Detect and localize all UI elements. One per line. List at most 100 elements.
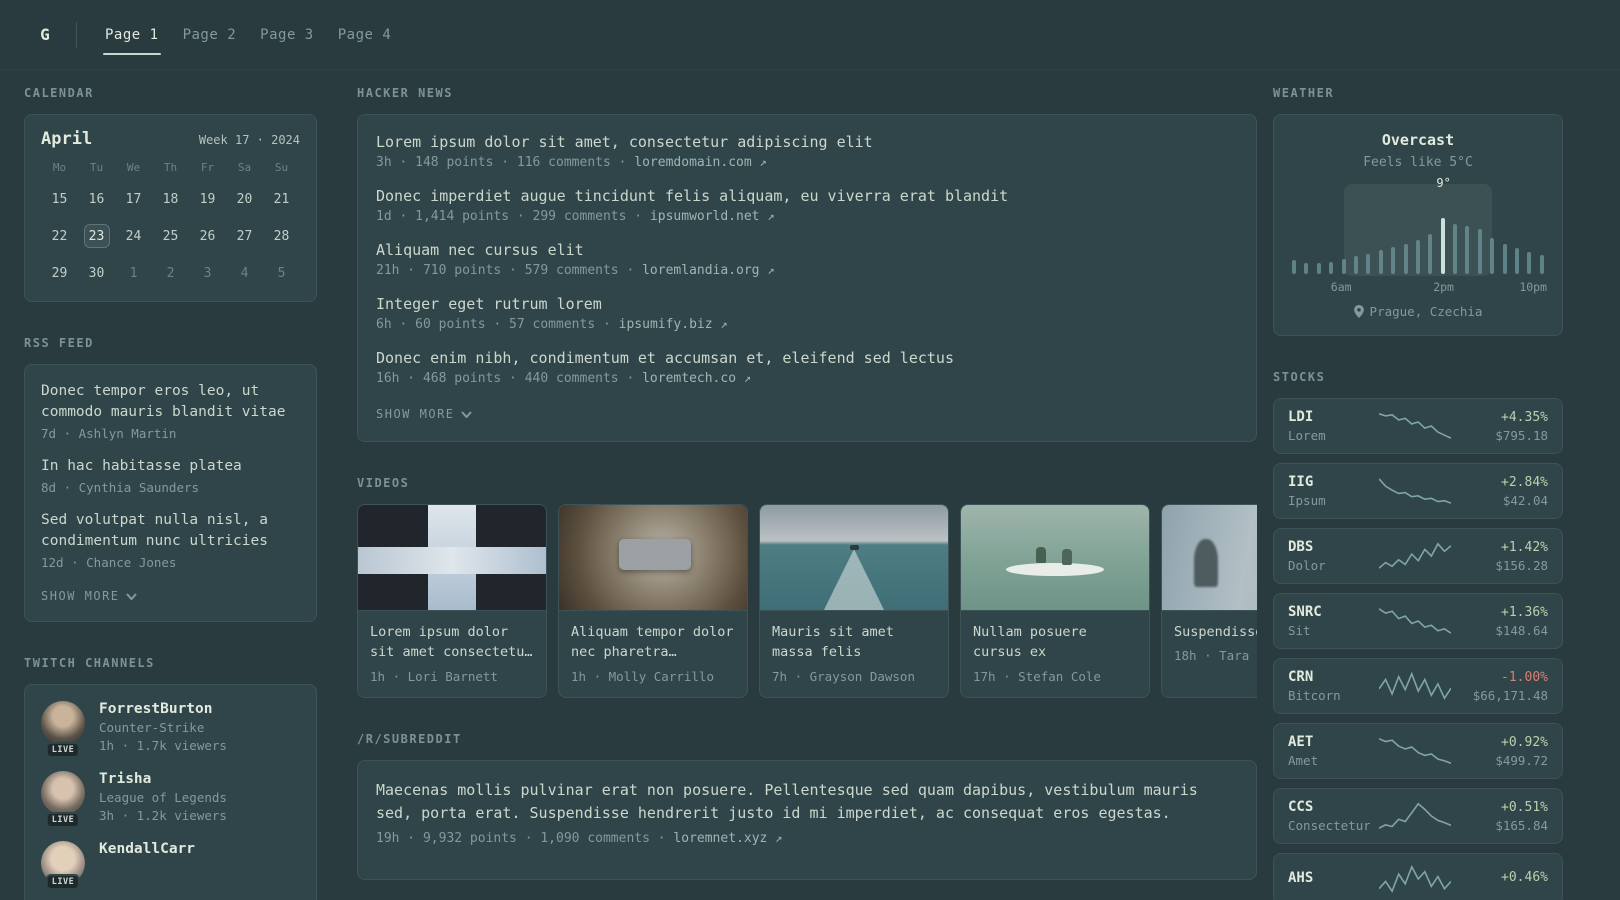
reddit-post[interactable]: Maecenas mollis pulvinar erat non posuer… [376, 779, 1238, 847]
video-card[interactable]: Aliquam tempor dolor nec pharetra… 1h · … [558, 504, 748, 698]
stock-name: Bitcorn [1288, 688, 1341, 703]
stock-price: $165.84 [1495, 817, 1548, 833]
stock-symbol: AHS [1288, 869, 1314, 886]
hn-item[interactable]: Donec imperdiet augue tincidunt felis al… [376, 187, 1238, 224]
calendar-day-next-month: 4 [240, 265, 249, 281]
hn-item-domain[interactable]: loremtech.co [642, 371, 736, 386]
video-thumbnail[interactable] [559, 505, 747, 611]
external-link-icon: ↗ [767, 263, 775, 277]
stock-row[interactable]: LDI Lorem +4.35% $795.18 [1273, 398, 1563, 454]
show-more-button[interactable]: SHOW MORE [376, 405, 472, 423]
subreddit-header: /R/SUBREDDIT [357, 731, 462, 746]
twitch-channel[interactable]: LIVE KendallCarr [41, 841, 300, 891]
calendar-widget: CALENDAR April Week 17 · 2024 Mo Tu We T… [24, 86, 317, 302]
stock-row[interactable]: CRN Bitcorn -1.00% $66,171.48 [1273, 658, 1563, 714]
left-column: CALENDAR April Week 17 · 2024 Mo Tu We T… [24, 86, 317, 900]
hn-item-domain[interactable]: loremlandia.org [642, 263, 759, 278]
reddit-post-meta: 19h · 9,932 points · 1,090 comments · [376, 831, 666, 846]
weekday-label: Fr [200, 161, 215, 174]
calendar-day-next-month: 1 [129, 265, 138, 281]
tab-page-2[interactable]: Page 2 [171, 3, 249, 67]
stock-change: +0.46% [1501, 870, 1548, 885]
video-card[interactable]: Nullam posuere cursus ex 17h · Stefan Co… [960, 504, 1150, 698]
subreddit-widget: /R/SUBREDDIT Maecenas mollis pulvinar er… [357, 731, 1257, 880]
rss-item[interactable]: In hac habitasse platea 8d · Cynthia Sau… [41, 456, 300, 495]
stock-sparkline [1379, 736, 1451, 766]
weather-hourly-chart: 9° 6am 2pm 10pm [1290, 176, 1547, 294]
weekday-label: Th [163, 161, 178, 174]
show-more-button[interactable]: SHOW MORE [41, 587, 137, 605]
external-link-icon: ↗ [775, 831, 783, 845]
stock-row[interactable]: CCS Consectetur +0.51% $165.84 [1273, 788, 1563, 844]
hn-item-title[interactable]: Donec enim nibh, condimentum et accumsan… [376, 349, 1238, 367]
rss-item[interactable]: Sed volutpat nulla nisl, a condimentum n… [41, 510, 300, 570]
hn-item-meta: 6h · 60 points · 57 comments · [376, 317, 611, 332]
hn-item[interactable]: Lorem ipsum dolor sit amet, consectetur … [376, 133, 1238, 170]
stock-row[interactable]: AHS +0.46% [1273, 853, 1563, 900]
stock-price: $42.04 [1502, 492, 1548, 508]
rss-header: RSS FEED [24, 336, 94, 350]
calendar-day: 26 [199, 228, 216, 244]
stock-row[interactable]: SNRC Sit +1.36% $148.64 [1273, 593, 1563, 649]
hn-item-domain[interactable]: ipsumify.biz [619, 317, 713, 332]
stock-row[interactable]: AET Amet +0.92% $499.72 [1273, 723, 1563, 779]
temperature-bars [1292, 214, 1544, 274]
reddit-post-title[interactable]: Maecenas mollis pulvinar erat non posuer… [376, 779, 1238, 826]
twitch-channel[interactable]: LIVE ForrestBurton Counter-Strike 1h · 1… [41, 701, 300, 759]
avatar [41, 701, 85, 746]
calendar-day-next-month: 2 [166, 265, 175, 281]
video-title[interactable]: Aliquam tempor dolor nec pharetra… [571, 622, 735, 663]
hn-item-domain[interactable]: loremdomain.com [634, 155, 751, 170]
twitch-card: LIVE ForrestBurton Counter-Strike 1h · 1… [24, 684, 317, 900]
stock-name: Consectetur [1288, 818, 1370, 833]
hn-item-title[interactable]: Aliquam nec cursus elit [376, 241, 1238, 259]
twitch-widget: TWITCH CHANNELS LIVE ForrestBurton Count… [24, 656, 317, 900]
video-card[interactable]: Suspendisse diam 18h · Tara [1161, 504, 1257, 698]
hn-item-domain-link[interactable]: loremlandia.org ↗ [642, 263, 774, 278]
hn-item-domain-link[interactable]: loremdomain.com ↗ [634, 155, 766, 170]
rss-item-title[interactable]: In hac habitasse platea [41, 456, 300, 477]
rss-item-meta: 8d · Cynthia Saunders [41, 480, 200, 496]
video-card[interactable]: Mauris sit amet massa felis 7h · Grayson… [759, 504, 949, 698]
tab-page-1[interactable]: Page 1 [93, 3, 171, 67]
video-thumbnail[interactable] [961, 505, 1149, 611]
hn-item-domain-link[interactable]: ipsumworld.net ↗ [650, 209, 775, 224]
hn-item-title[interactable]: Lorem ipsum dolor sit amet, consectetur … [376, 133, 1238, 151]
hn-item-domain[interactable]: ipsumworld.net [650, 209, 760, 224]
video-title[interactable]: Lorem ipsum dolor sit amet consectetu… [370, 622, 534, 663]
rss-item-title[interactable]: Sed volutpat nulla nisl, a condimentum n… [41, 510, 300, 552]
video-title[interactable]: Nullam posuere cursus ex [973, 622, 1137, 663]
rss-item-title[interactable]: Donec tempor eros leo, ut commodo mauris… [41, 381, 300, 423]
hn-item[interactable]: Donec enim nibh, condimentum et accumsan… [376, 349, 1238, 386]
video-thumbnail[interactable] [358, 505, 546, 611]
hn-item-title[interactable]: Donec imperdiet augue tincidunt felis al… [376, 187, 1238, 205]
channel-name[interactable]: Trisha [99, 771, 227, 787]
calendar-day: 29 [51, 265, 68, 281]
stock-symbol: LDI [1288, 409, 1314, 425]
video-card[interactable]: Lorem ipsum dolor sit amet consectetu… 1… [357, 504, 547, 698]
weather-location: Prague, Czechia [1290, 304, 1546, 319]
hn-item-domain-link[interactable]: ipsumify.biz ↗ [619, 317, 728, 332]
video-thumbnail[interactable] [760, 505, 948, 611]
stock-row[interactable]: IIG Ipsum +2.84% $42.04 [1273, 463, 1563, 519]
hn-item[interactable]: Integer eget rutrum lorem 6h · 60 points… [376, 295, 1238, 332]
calendar-month: April [41, 129, 93, 149]
hn-item-domain-link[interactable]: loremtech.co ↗ [642, 371, 751, 386]
twitch-channel[interactable]: LIVE Trisha League of Legends 3h · 1.2k … [41, 771, 300, 829]
video-title[interactable]: Mauris sit amet massa felis [772, 622, 936, 663]
video-thumbnail[interactable] [1162, 505, 1257, 611]
hn-item[interactable]: Aliquam nec cursus elit 21h · 710 points… [376, 241, 1238, 278]
channel-name[interactable]: KendallCarr [99, 841, 195, 857]
hn-item-title[interactable]: Integer eget rutrum lorem [376, 295, 1238, 313]
reddit-post-domain[interactable]: loremnet.xyz [673, 831, 767, 846]
reddit-post-domain-link[interactable]: loremnet.xyz ↗ [673, 831, 782, 846]
video-title[interactable]: Suspendisse diam [1174, 622, 1257, 642]
stock-name: Amet [1288, 753, 1319, 768]
channel-name[interactable]: ForrestBurton [99, 701, 227, 717]
rss-item[interactable]: Donec tempor eros leo, ut commodo mauris… [41, 381, 300, 441]
external-link-icon: ↗ [759, 155, 767, 169]
stock-row[interactable]: DBS Dolor +1.42% $156.28 [1273, 528, 1563, 584]
tab-page-3[interactable]: Page 3 [248, 3, 326, 67]
channel-meta: 1h · 1.7k viewers [99, 738, 227, 754]
tab-page-4[interactable]: Page 4 [326, 3, 404, 67]
